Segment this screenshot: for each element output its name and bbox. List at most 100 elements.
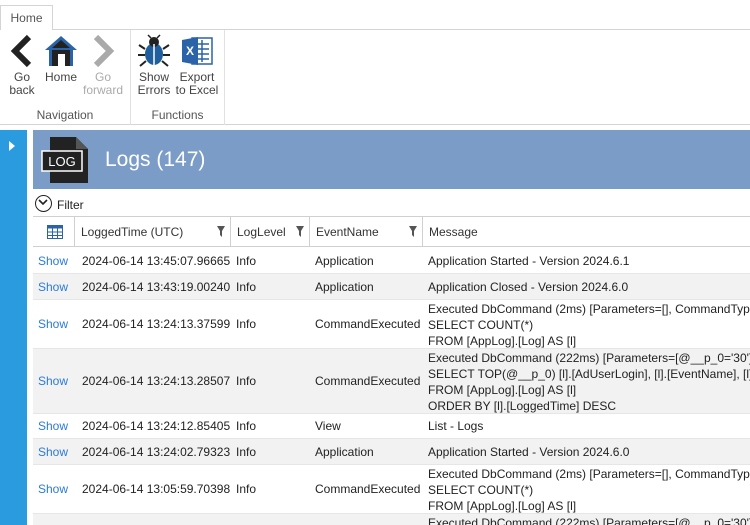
- home-button[interactable]: Home: [42, 34, 80, 84]
- message-line: FROM [AppLog].[Log] AS [l]: [428, 499, 577, 513]
- cell-message: Executed DbCommand (2ms) [Parameters=[],…: [428, 465, 750, 514]
- message-line: Executed DbCommand (2ms) [Parameters=[],…: [428, 302, 750, 316]
- cell-loggedtime: 2024-06-14 13:45:07.96665: [82, 253, 231, 268]
- cell-loggedtime: 2024-06-14 13:24:02.79323: [82, 444, 231, 459]
- cell-loglevel: Info: [236, 374, 257, 388]
- filter-icon[interactable]: [296, 226, 304, 237]
- table-row[interactable]: Show 2024-06-14 13:24:12.85405 Info View…: [33, 414, 750, 439]
- message-line: FROM [AppLog].[Log] AS [l]: [428, 383, 577, 397]
- column-header-message[interactable]: Message: [423, 217, 750, 247]
- bug-icon: [138, 34, 170, 67]
- chevron-right-icon: [9, 141, 15, 151]
- show-errors-button[interactable]: Show Errors: [136, 34, 172, 97]
- message-line: Executed DbCommand (222ms) [Parameters=[…: [428, 516, 750, 525]
- column-label-eventname: EventName: [316, 225, 379, 239]
- column-chooser[interactable]: [33, 217, 75, 247]
- cell-message: Executed DbCommand (2ms) [Parameters=[],…: [428, 300, 750, 349]
- column-header-loglevel[interactable]: LogLevel: [231, 217, 310, 247]
- cell-eventname: View: [315, 419, 341, 433]
- show-link[interactable]: Show: [38, 349, 68, 413]
- cell-message: Executed DbCommand (222ms) [Parameters=[…: [428, 514, 750, 525]
- show-link[interactable]: Show: [38, 300, 68, 348]
- table-row[interactable]: Executed DbCommand (222ms) [Parameters=[…: [33, 514, 750, 525]
- cell-loggedtime: 2024-06-14 13:05:59.70398: [82, 482, 231, 496]
- show-link[interactable]: Show: [38, 274, 68, 299]
- show-link[interactable]: Show: [38, 439, 68, 464]
- page-title: Logs (147): [105, 148, 206, 171]
- column-label-loggedtime: LoggedTime (UTC): [81, 225, 184, 239]
- log-file-icon: LOG: [41, 137, 88, 183]
- chevron-down-icon: [38, 199, 48, 206]
- show-errors-label-2: Errors: [137, 83, 171, 97]
- excel-icon: X: [182, 37, 213, 65]
- cell-loglevel: Info: [236, 253, 257, 268]
- go-forward-button[interactable]: Go forward: [82, 34, 124, 97]
- filter-bar[interactable]: Filter: [33, 193, 750, 215]
- cell-eventname: CommandExecuted: [315, 374, 421, 388]
- cell-loglevel: Info: [236, 419, 257, 433]
- message-line: SELECT COUNT(*): [428, 318, 534, 332]
- filter-icon[interactable]: [409, 226, 417, 237]
- cell-loggedtime: 2024-06-14 13:43:19.00240: [82, 279, 231, 294]
- message-line: SELECT COUNT(*): [428, 483, 534, 497]
- cell-eventname: CommandExecuted: [315, 482, 421, 496]
- message-line: FROM [AppLog].[Log] AS [l]: [428, 334, 577, 348]
- cell-loggedtime: 2024-06-14 13:24:13.28507: [82, 374, 231, 388]
- export-excel-label-2: to Excel: [175, 83, 219, 97]
- show-link[interactable]: Show: [38, 248, 68, 273]
- functions-group-label: Functions: [151, 108, 204, 122]
- export-excel-button[interactable]: X Export to Excel: [175, 34, 219, 97]
- cell-message: Executed DbCommand (222ms) [Parameters=[…: [428, 349, 750, 414]
- page-header: LOG Logs (147): [33, 130, 750, 189]
- ribbon: Go back Home Go forward Navigation Show …: [0, 30, 750, 125]
- go-back-button[interactable]: Go back: [5, 34, 39, 97]
- show-link[interactable]: Show: [38, 465, 68, 513]
- filter-icon[interactable]: [217, 226, 225, 237]
- filter-label: Filter: [57, 198, 84, 212]
- cell-message: Application Closed - Version 2024.6.0: [428, 279, 629, 294]
- table-row[interactable]: Show 2024-06-14 13:43:19.00240 Info Appl…: [33, 274, 750, 300]
- log-icon-text: LOG: [48, 154, 75, 169]
- table-row[interactable]: Show 2024-06-14 13:05:59.70398 Info Comm…: [33, 465, 750, 514]
- home-icon: [45, 36, 77, 66]
- arrow-right-icon: [93, 34, 115, 68]
- cell-eventname: Application: [315, 279, 374, 294]
- cell-eventname: Application: [315, 253, 374, 268]
- cell-message: Application Started - Version 2024.6.1: [428, 253, 630, 268]
- cell-loglevel: Info: [236, 482, 257, 496]
- cell-eventname: Application: [315, 444, 374, 459]
- navigation-group: Go back Home Go forward Navigation: [0, 30, 131, 125]
- table-row[interactable]: Show 2024-06-14 13:24:13.37599 Info Comm…: [33, 300, 750, 349]
- table-row[interactable]: Show 2024-06-14 13:45:07.96665 Info Appl…: [33, 248, 750, 274]
- go-back-label-2: back: [9, 83, 35, 97]
- message-line: Executed DbCommand (2ms) [Parameters=[],…: [428, 467, 750, 481]
- show-link[interactable]: Show: [38, 414, 68, 438]
- column-header-eventname[interactable]: EventName: [310, 217, 423, 247]
- message-line: SELECT TOP(@__p_0) [l].[AdUserLogin], [l…: [428, 367, 750, 381]
- cell-eventname: CommandExecuted: [315, 317, 421, 331]
- cell-message: List - Logs: [428, 419, 484, 433]
- filter-expand-button[interactable]: [35, 195, 52, 212]
- ribbon-tab-bar: Home: [0, 0, 750, 31]
- grid-header: LoggedTime (UTC) LogLevel EventName Mess…: [33, 216, 750, 247]
- go-forward-label-2: forward: [82, 83, 123, 97]
- cell-loglevel: Info: [236, 444, 257, 459]
- home-label: Home: [44, 70, 77, 84]
- cell-loggedtime: 2024-06-14 13:24:12.85405: [82, 419, 231, 433]
- column-label-message: Message: [429, 225, 478, 239]
- cell-loggedtime: 2024-06-14 13:24:13.37599: [82, 317, 231, 331]
- cell-loglevel: Info: [236, 317, 257, 331]
- column-label-loglevel: LogLevel: [237, 225, 286, 239]
- side-panel-toggle[interactable]: [0, 130, 27, 525]
- table-row[interactable]: Show 2024-06-14 13:24:02.79323 Info Appl…: [33, 439, 750, 465]
- arrow-left-icon: [10, 34, 32, 68]
- logs-grid: LoggedTime (UTC) LogLevel EventName Mess…: [33, 216, 750, 525]
- column-header-loggedtime[interactable]: LoggedTime (UTC): [75, 217, 231, 247]
- functions-group: Show Errors X Export to Excel Functions: [131, 30, 225, 125]
- navigation-group-label: Navigation: [36, 108, 94, 122]
- table-row[interactable]: Show 2024-06-14 13:24:13.28507 Info Comm…: [33, 349, 750, 414]
- tab-home[interactable]: Home: [0, 5, 53, 31]
- cell-message: Application Started - Version 2024.6.0: [428, 444, 630, 459]
- message-line: Executed DbCommand (222ms) [Parameters=[…: [428, 351, 750, 365]
- message-line: ORDER BY [l].[LoggedTime] DESC: [428, 399, 617, 413]
